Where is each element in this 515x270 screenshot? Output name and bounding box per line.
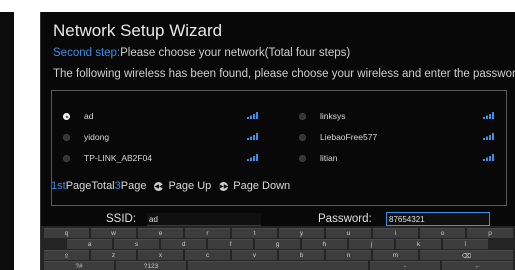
shift-key[interactable]: ⇧ [44, 250, 89, 260]
total-word: Total [91, 180, 115, 192]
key-k[interactable]: k [396, 239, 441, 249]
page-down-button[interactable]: ▶▶ Page Down [219, 180, 290, 192]
radio-selected-icon[interactable] [63, 112, 70, 120]
key-b[interactable]: b [279, 250, 324, 260]
radio-icon[interactable] [63, 154, 70, 162]
key-i[interactable]: i [373, 228, 418, 238]
network-name: litian [320, 153, 338, 163]
rewind-icon: ◀◀ [154, 181, 164, 191]
network-item-tp-link[interactable]: TP-LINK_AB2F04 [63, 150, 258, 166]
network-name: ad [84, 111, 94, 121]
key-d[interactable]: d [161, 239, 206, 249]
wifi-signal-icon [483, 133, 494, 140]
wifi-signal-icon [483, 112, 494, 119]
key-l[interactable]: l [443, 239, 488, 249]
step-indicator: Second step:Please choose your network(T… [53, 47, 350, 59]
key-n[interactable]: n [326, 250, 371, 260]
key-u[interactable]: u [326, 228, 371, 238]
network-name: TP-LINK_AB2F04 [84, 153, 153, 163]
current-page: 1st [51, 180, 66, 192]
dash-key[interactable]: - [370, 261, 440, 270]
wifi-signal-icon [247, 112, 258, 119]
key-q[interactable]: q [44, 228, 89, 238]
key-y[interactable]: y [279, 228, 324, 238]
page-down-label: Page Down [233, 180, 291, 192]
network-item-liebaofree577[interactable]: LiebaoFree577 [299, 129, 494, 145]
fast-forward-icon: ▶▶ [219, 181, 229, 191]
onscreen-keyboard: q w e r t y u i o p a s d f g h j k l ⇧ … [41, 226, 515, 270]
pagination: 1st Page Total 3 Page ◀◀ Page Up ▶▶ Page Down [51, 180, 290, 192]
backspace-key[interactable]: ⌫ [420, 250, 513, 260]
step-text: Please choose your network(Total four st… [120, 47, 351, 59]
wifi-signal-icon [247, 154, 258, 161]
page-title: Network Setup Wizard [53, 21, 223, 40]
page-up-button[interactable]: ◀◀ Page Up [154, 180, 211, 192]
radio-icon[interactable] [299, 112, 306, 120]
page-word: Page [65, 180, 92, 192]
key-r[interactable]: r [185, 228, 230, 238]
radio-icon[interactable] [299, 133, 306, 141]
key-w[interactable]: w [91, 228, 136, 238]
key-f[interactable]: f [208, 239, 253, 249]
enter-key[interactable]: ← [442, 261, 513, 270]
password-field[interactable] [386, 212, 490, 226]
key-j[interactable]: j [349, 239, 394, 249]
radio-icon[interactable] [299, 154, 306, 162]
key-h[interactable]: h [302, 239, 347, 249]
network-name: yidong [84, 132, 110, 142]
numbers-key[interactable]: ?123 [116, 261, 186, 270]
network-item-litian[interactable]: litian [299, 150, 494, 166]
password-label: Password: [318, 213, 372, 225]
key-o[interactable]: o [420, 228, 465, 238]
page-word-2: Page [120, 180, 147, 192]
network-setup-screen: Network Setup Wizard Second step:Please … [40, 12, 515, 270]
symbols-key[interactable]: ?# [44, 261, 114, 270]
network-item-yidong[interactable]: yidong [63, 129, 258, 145]
key-p[interactable]: p [467, 228, 513, 238]
step-label: Second step: [53, 47, 121, 59]
key-x[interactable]: x [138, 250, 183, 260]
left-edge-panel [0, 12, 14, 270]
key-s[interactable]: s [114, 239, 159, 249]
ssid-label: SSID: [106, 213, 137, 225]
network-item-ad[interactable]: ad [63, 108, 258, 124]
wifi-signal-icon [247, 133, 258, 140]
ssid-field[interactable] [147, 213, 261, 226]
radio-icon[interactable] [63, 133, 70, 141]
key-a[interactable]: a [67, 239, 112, 249]
key-z[interactable]: z [91, 250, 136, 260]
key-v[interactable]: v [232, 250, 277, 260]
network-name: linksys [320, 111, 346, 121]
network-item-linksys[interactable]: linksys [299, 108, 494, 124]
key-e[interactable]: e [138, 228, 183, 238]
page-up-label: Page Up [168, 180, 212, 192]
key-m[interactable]: m [373, 250, 418, 260]
network-name: LiebaoFree577 [320, 132, 378, 142]
key-c[interactable]: c [185, 250, 230, 260]
key-t[interactable]: t [232, 228, 277, 238]
instruction-text: The following wireless has been found, p… [53, 68, 515, 80]
space-key[interactable] [188, 261, 368, 270]
key-g[interactable]: g [255, 239, 300, 249]
wifi-signal-icon [483, 154, 494, 161]
